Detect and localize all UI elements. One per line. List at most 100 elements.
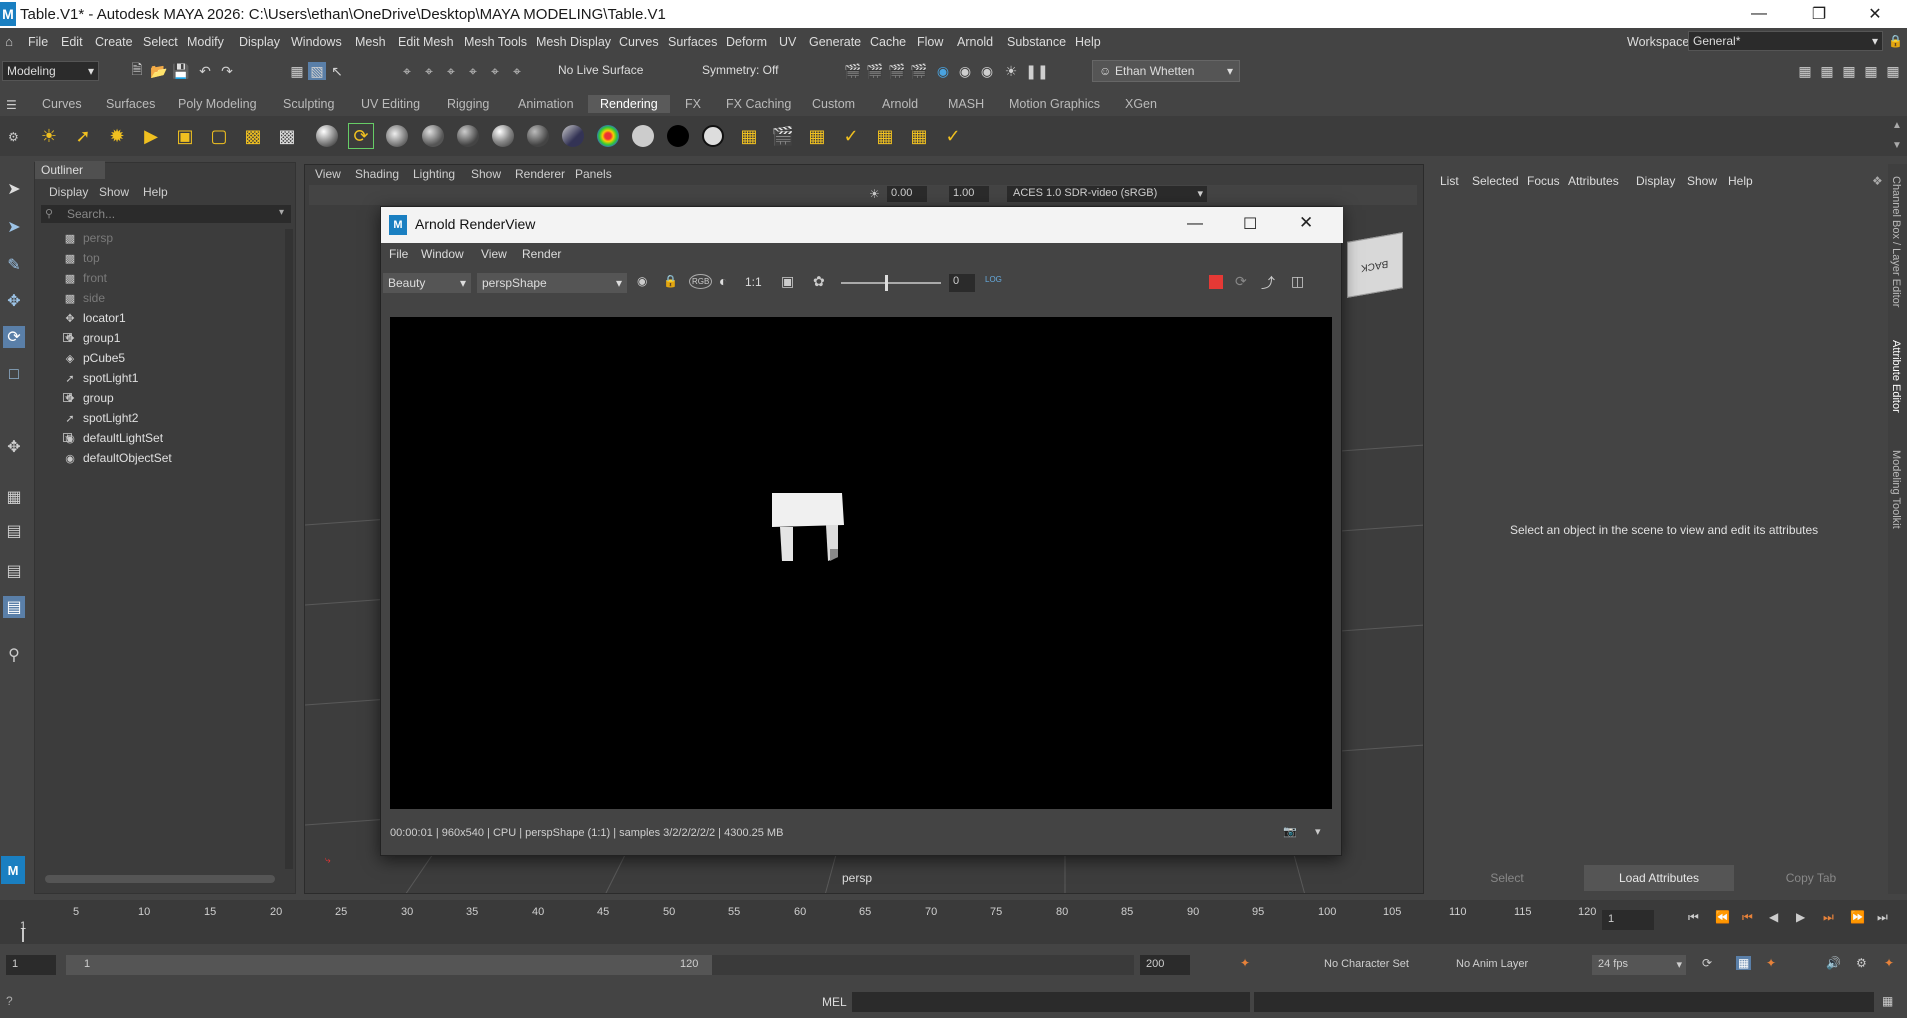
menu-mesh-display[interactable]: Mesh Display bbox=[536, 35, 611, 49]
script-editor-icon[interactable]: ▦ bbox=[1882, 994, 1893, 1008]
spot-light-icon[interactable]: ▶ bbox=[138, 123, 164, 149]
sound-icon[interactable]: 🔊 bbox=[1826, 956, 1841, 970]
texture-icon[interactable]: ▦ bbox=[736, 123, 762, 149]
shader-sphere-icon[interactable] bbox=[562, 125, 584, 147]
menu-display[interactable]: Display bbox=[239, 35, 280, 49]
renderview-menu-view[interactable]: View bbox=[481, 247, 507, 261]
menu-windows[interactable]: Windows bbox=[291, 35, 342, 49]
directional-light-icon[interactable]: ➚ bbox=[70, 123, 96, 149]
layout-icon[interactable]: ▦ bbox=[1840, 62, 1858, 80]
color-space-dropdown[interactable]: ACES 1.0 SDR-video (sRGB) ▾ bbox=[1007, 186, 1207, 202]
redo-icon[interactable]: ↷ bbox=[218, 62, 236, 80]
render-setup-icon[interactable]: ▦ bbox=[906, 123, 932, 149]
fit-frame-icon[interactable]: ▣ bbox=[781, 273, 794, 290]
ae-menu-selected[interactable]: Selected bbox=[1472, 174, 1519, 188]
renderview-menu-file[interactable]: File bbox=[389, 247, 408, 261]
prev-key-icon[interactable]: ⏮ bbox=[1742, 910, 1753, 925]
horizontal-scrollbar[interactable] bbox=[45, 875, 275, 883]
shelf-tab[interactable]: Rigging bbox=[447, 97, 489, 111]
shader-sphere-icon[interactable] bbox=[457, 125, 479, 147]
outliner-item-spotlight1[interactable]: ➚ spotLight1 bbox=[63, 369, 138, 387]
shelf-tab[interactable]: Surfaces bbox=[106, 97, 155, 111]
menu-surfaces[interactable]: Surfaces bbox=[668, 35, 717, 49]
hypershade-icon[interactable]: ▦ bbox=[804, 123, 830, 149]
shelf-tab-active[interactable]: Rendering bbox=[588, 95, 670, 113]
maya-home-icon[interactable]: M bbox=[1, 856, 25, 884]
rotate-tool-icon[interactable]: ⟳ bbox=[3, 326, 25, 348]
load-attributes-button[interactable]: Load Attributes bbox=[1584, 865, 1734, 891]
shader-sphere-icon[interactable] bbox=[422, 125, 444, 147]
fps-dropdown[interactable]: 24 fps ▾ bbox=[1592, 955, 1686, 975]
shelf-tab[interactable]: Poly Modeling bbox=[178, 97, 257, 111]
play-forward-icon[interactable]: ▶ bbox=[1796, 910, 1805, 924]
outliner-menu-show[interactable]: Show bbox=[99, 185, 129, 199]
key-icon[interactable]: ✦ bbox=[1766, 956, 1776, 970]
outliner-search[interactable]: ⚲ Search... ▾ bbox=[41, 205, 291, 223]
viewport-menu-lighting[interactable]: Lighting bbox=[413, 167, 455, 181]
stop-render-button[interactable] bbox=[1209, 275, 1223, 289]
volume-light-icon[interactable]: ▢ bbox=[206, 123, 232, 149]
ipr-render-icon[interactable]: 🎬 bbox=[888, 62, 906, 80]
search-icon[interactable]: ⚲ bbox=[3, 644, 25, 666]
arnold-render-icon[interactable]: ◉ bbox=[956, 62, 974, 80]
exposure-field[interactable]: 0.00 bbox=[887, 186, 927, 202]
menu-select[interactable]: Select bbox=[143, 35, 178, 49]
shader-sphere-icon[interactable] bbox=[492, 125, 514, 147]
render-settings-icon[interactable]: ▩ bbox=[274, 123, 300, 149]
snapshot-icon[interactable]: 📷 bbox=[1283, 825, 1297, 838]
menu-substance[interactable]: Substance bbox=[1007, 35, 1066, 49]
close-button[interactable]: ✕ bbox=[1852, 4, 1898, 24]
menu-arnold[interactable]: Arnold bbox=[957, 35, 993, 49]
settings-icon[interactable]: ✦ bbox=[1884, 956, 1894, 970]
side-tab-attribute-editor[interactable]: Attribute Editor bbox=[1890, 340, 1902, 413]
undo-icon[interactable]: ↶ bbox=[196, 62, 214, 80]
loop-icon[interactable]: ⟳ bbox=[1702, 956, 1712, 970]
pin-icon[interactable]: ❖ bbox=[1872, 174, 1883, 188]
play-backward-icon[interactable]: ◀ bbox=[1769, 910, 1778, 924]
aov-dropdown[interactable]: Beauty ▾ bbox=[383, 273, 471, 293]
side-panel-icon[interactable]: ◫ bbox=[1291, 273, 1304, 290]
menu-mesh[interactable]: Mesh bbox=[355, 35, 386, 49]
menu-cache[interactable]: Cache bbox=[870, 35, 906, 49]
menu-file[interactable]: File bbox=[28, 35, 48, 49]
layout-icon[interactable]: ▦ bbox=[1818, 62, 1836, 80]
snap-grid-icon[interactable]: ⌖ bbox=[398, 62, 416, 80]
command-input[interactable] bbox=[852, 992, 1250, 1012]
ambient-light-icon[interactable]: ☀ bbox=[36, 123, 62, 149]
step-back-icon[interactable]: ⏪ bbox=[1715, 910, 1730, 924]
snap-view-icon[interactable]: ⌖ bbox=[464, 62, 482, 80]
animation-start-field[interactable]: 1 bbox=[6, 955, 56, 975]
go-to-end-icon[interactable]: ⏭ bbox=[1877, 910, 1888, 925]
render-layer-icon[interactable]: ▩ bbox=[240, 123, 266, 149]
chevron-down-icon[interactable]: ▾ bbox=[1315, 825, 1321, 838]
outliner-menu-help[interactable]: Help bbox=[143, 185, 168, 199]
side-tab-channel-box[interactable]: Channel Box / Layer Editor bbox=[1890, 176, 1902, 307]
home-icon[interactable]: ⌂ bbox=[2, 34, 16, 49]
viewport-menu-shading[interactable]: Shading bbox=[355, 167, 399, 181]
minimize-button[interactable]: — bbox=[1736, 4, 1782, 24]
range-track[interactable] bbox=[712, 955, 1134, 975]
renderview-menu-render[interactable]: Render bbox=[522, 247, 561, 261]
arnold-light-icon[interactable]: ☀ bbox=[1002, 62, 1020, 80]
vertical-scrollbar[interactable] bbox=[285, 229, 293, 869]
render-frame-icon[interactable]: 🎬 bbox=[844, 62, 862, 80]
snap-center-icon[interactable]: ⌖ bbox=[508, 62, 526, 80]
user-account-dropdown[interactable]: ☺ Ethan Whetten ▾ bbox=[1092, 60, 1240, 82]
layout-icon[interactable]: ▦ bbox=[1862, 62, 1880, 80]
menuset-dropdown[interactable]: Modeling ▾ bbox=[2, 61, 99, 81]
playback-range-bar[interactable]: 1 120 bbox=[66, 955, 712, 975]
shelf-tab[interactable]: UV Editing bbox=[361, 97, 420, 111]
copy-tab-button[interactable]: Copy Tab bbox=[1736, 865, 1886, 891]
lock-icon[interactable]: 🔒 bbox=[1888, 34, 1903, 48]
viewport-menu-view[interactable]: View bbox=[315, 167, 341, 181]
anim-prefs-icon[interactable]: ⚙ bbox=[1856, 956, 1867, 970]
light-editor-icon[interactable]: ✓ bbox=[940, 123, 966, 149]
rgb-channel-toggle[interactable]: RGB bbox=[689, 274, 713, 289]
exposure-icon[interactable]: ✿ bbox=[813, 273, 825, 290]
scale-tool-icon[interactable]: □ bbox=[3, 364, 25, 386]
viewport-menu-renderer[interactable]: Renderer bbox=[515, 167, 565, 181]
shelf-tab[interactable]: Motion Graphics bbox=[1009, 97, 1100, 111]
viewport-menu-panels[interactable]: Panels bbox=[575, 167, 612, 181]
snap-point-icon[interactable]: ⌖ bbox=[442, 62, 460, 80]
crop-region-icon[interactable]: ◉ bbox=[637, 274, 647, 288]
